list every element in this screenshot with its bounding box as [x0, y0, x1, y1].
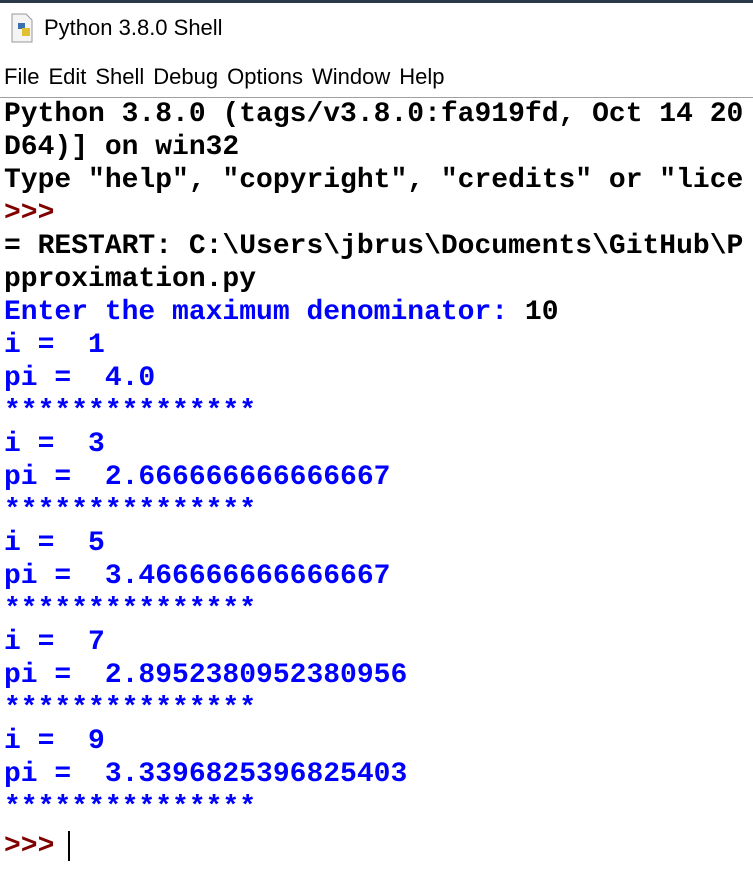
window-title: Python 3.8.0 Shell [44, 15, 223, 40]
restart-line: pproximation.py [4, 264, 257, 295]
output-line: *************** [4, 693, 257, 724]
banner-line: D64)] on win32 [4, 132, 240, 163]
menu-debug[interactable]: Debug [153, 64, 218, 90]
output-line: i = 7 [4, 627, 105, 658]
banner-line: Type "help", "copyright", "credits" or "… [4, 165, 744, 196]
output-line: pi = 4.0 [4, 363, 156, 394]
menu-edit[interactable]: Edit [48, 64, 86, 90]
menu-window[interactable]: Window [312, 64, 390, 90]
shell-output[interactable]: Python 3.8.0 (tags/v3.8.0:fa919fd, Oct 1… [0, 98, 753, 863]
banner-line: Python 3.8.0 (tags/v3.8.0:fa919fd, Oct 1… [4, 99, 744, 130]
python-file-icon [10, 13, 36, 43]
output-line: *************** [4, 792, 257, 823]
output-line: i = 1 [4, 330, 105, 361]
output-line: i = 3 [4, 429, 105, 460]
output-line: pi = 2.8952380952380956 [4, 660, 408, 691]
title-bar[interactable]: Python 3.8.0 Shell [0, 3, 753, 53]
output-line: pi = 3.466666666666667 [4, 561, 391, 592]
output-line: pi = 2.666666666666667 [4, 462, 391, 493]
prompt: >>> [4, 198, 55, 229]
menu-file[interactable]: File [4, 64, 39, 90]
menu-bar: File Edit Shell Debug Options Window Hel… [0, 57, 753, 98]
menu-shell[interactable]: Shell [95, 64, 144, 90]
output-line: *************** [4, 594, 257, 625]
output-line: *************** [4, 396, 257, 427]
input-value: 10 [524, 297, 559, 328]
menu-options[interactable]: Options [227, 64, 303, 90]
text-cursor[interactable] [68, 830, 71, 861]
output-line: i = 5 [4, 528, 105, 559]
restart-line: = RESTART: C:\Users\jbrus\Documents\GitH… [4, 231, 744, 262]
input-prompt: Enter the maximum denominator: [4, 297, 525, 328]
menu-help[interactable]: Help [399, 64, 444, 90]
prompt: >>> [4, 831, 55, 862]
output-line: pi = 3.3396825396825403 [4, 759, 408, 790]
output-line: i = 9 [4, 726, 105, 757]
output-line: *************** [4, 495, 257, 526]
